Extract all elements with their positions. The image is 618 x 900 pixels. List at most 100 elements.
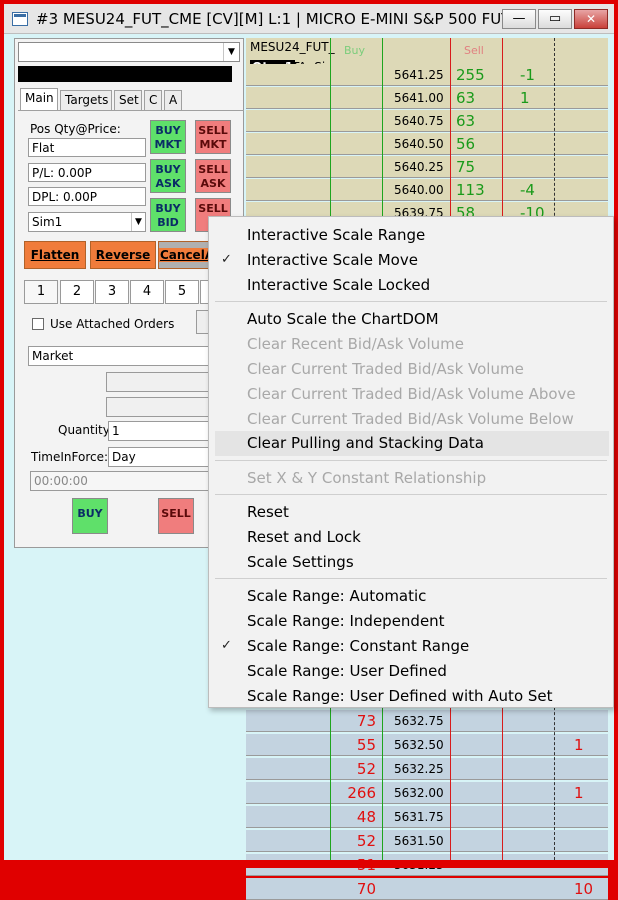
- price-cell: 5632.50: [394, 738, 444, 752]
- menu-item: Clear Recent Bid/Ask Volume: [247, 335, 464, 353]
- cancel-all-label: CancelAl: [159, 248, 209, 262]
- order-type-select[interactable]: Market: [28, 346, 210, 366]
- menu-item[interactable]: Reset: [247, 500, 289, 525]
- sell-volume-cell: 255: [456, 66, 485, 84]
- pl-field: P/L: 0.00P: [28, 163, 146, 182]
- tab-a[interactable]: A: [164, 90, 182, 110]
- price-cell: 5631.50: [394, 834, 444, 848]
- tab-set[interactable]: Set: [114, 90, 142, 110]
- menu-item[interactable]: Interactive Scale Range: [247, 223, 425, 248]
- net-change-cell: 10: [574, 880, 594, 898]
- window-border: [4, 860, 614, 868]
- app-icon: [12, 12, 28, 26]
- menu-item[interactable]: Interactive Scale Locked: [247, 273, 430, 298]
- price-field-1[interactable]: [106, 372, 210, 392]
- buy-ask-label-2: ASK: [155, 177, 181, 190]
- tab-3[interactable]: 3: [95, 280, 129, 304]
- menu-item[interactable]: Scale Range: User Defined with Auto Set: [247, 684, 553, 709]
- menu-item: Set X & Y Constant Relationship: [247, 469, 487, 487]
- menu-item: Clear Current Traded Bid/Ask Volume Abov…: [247, 385, 576, 403]
- flatten-button[interactable]: Flatten: [24, 241, 86, 269]
- time-field[interactable]: 00:00:00: [30, 471, 210, 491]
- account-select[interactable]: Sim1 ▼: [28, 212, 146, 232]
- price-cell: 5632.00: [394, 786, 444, 800]
- menu-item[interactable]: Scale Range: Automatic: [247, 584, 426, 609]
- quantity-field[interactable]: 1: [108, 421, 210, 441]
- close-button[interactable]: ✕: [574, 9, 608, 29]
- tab-5[interactable]: 5: [165, 280, 199, 304]
- buy-ask-label-1: BUY: [155, 163, 181, 176]
- price-cell: 5640.50: [394, 137, 444, 151]
- menu-separator: [215, 460, 607, 461]
- buy-volume-cell: 70: [356, 880, 376, 898]
- menu-item[interactable]: Scale Range: User Defined: [247, 659, 447, 684]
- sell-volume-cell: 63: [456, 112, 476, 130]
- net-change-cell: 1: [574, 736, 584, 754]
- menu-item[interactable]: Scale Settings: [247, 550, 354, 575]
- sell-volume-cell: 113: [456, 181, 485, 199]
- price-cell: 5640.00: [394, 183, 444, 197]
- menu-separator: [215, 494, 607, 495]
- ladder-row[interactable]: 70 10: [246, 878, 608, 900]
- sell-mkt-button[interactable]: SELL MKT: [195, 120, 231, 154]
- use-attached-checkbox[interactable]: [32, 318, 44, 330]
- price-cell: 5641.00: [394, 91, 444, 105]
- menu-item: Clear Current Traded Bid/Ask Volume Belo…: [247, 410, 574, 428]
- context-menu[interactable]: Interactive Scale Range ✓ Interactive Scal…: [208, 216, 614, 708]
- tab-main[interactable]: Main: [20, 88, 58, 111]
- sell-volume-cell: 56: [456, 135, 476, 153]
- price-field-2[interactable]: [106, 397, 210, 417]
- price-cell: 5632.25: [394, 762, 444, 776]
- buy-volume-cell: 266: [347, 784, 376, 802]
- menu-item: Clear Current Traded Bid/Ask Volume: [247, 360, 524, 378]
- buy-column-header: Buy: [344, 44, 366, 57]
- maximize-button[interactable]: ▭: [538, 9, 572, 29]
- menu-item[interactable]: Reset and Lock: [247, 525, 361, 550]
- reverse-button[interactable]: Reverse: [90, 241, 156, 269]
- buy-bid-label-2: BID: [157, 216, 179, 229]
- tab-4[interactable]: 4: [130, 280, 164, 304]
- pos-label: Pos Qty@Price:: [30, 122, 121, 136]
- sell-volume-cell: 63: [456, 89, 476, 107]
- menu-item[interactable]: Scale Range: Constant Range: [247, 634, 469, 659]
- checkmark-icon: ✓: [221, 638, 232, 653]
- chevron-down-icon[interactable]: ▼: [223, 43, 239, 61]
- menu-item[interactable]: Interactive Scale Move: [247, 248, 418, 273]
- dpl-field: DPL: 0.00P: [28, 187, 146, 206]
- net-change-cell: 1: [574, 784, 584, 802]
- tab-1[interactable]: 1: [24, 280, 58, 304]
- menu-separator: [215, 578, 607, 579]
- sell-ask-button[interactable]: SELL ASK: [195, 159, 231, 193]
- buy-volume-cell: 52: [356, 832, 376, 850]
- menu-item[interactable]: Auto Scale the ChartDOM: [247, 307, 439, 332]
- time-in-force-select[interactable]: Day: [108, 447, 210, 467]
- price-cell: 5640.75: [394, 114, 444, 128]
- minimize-button[interactable]: —: [502, 9, 536, 29]
- buy-mkt-label-2: MKT: [154, 138, 182, 151]
- buy-ask-button[interactable]: BUY ASK: [150, 159, 186, 193]
- tab-2[interactable]: 2: [60, 280, 94, 304]
- sell-button[interactable]: SELL: [158, 498, 194, 534]
- tab-targets[interactable]: Targets: [60, 90, 112, 110]
- checkmark-icon: ✓: [221, 252, 232, 267]
- quantity-label: Quantity:: [58, 423, 114, 437]
- status-bar: [18, 66, 232, 82]
- buy-bid-label-1: BUY: [155, 202, 181, 215]
- price-cell: 5640.25: [394, 160, 444, 174]
- window-title: #3 MESU24_FUT_CME [CV][M] L:1 | MICRO E-…: [36, 10, 504, 28]
- net-change-cell: -1: [520, 66, 535, 84]
- menu-item[interactable]: Clear Pulling and Stacking Data: [247, 431, 484, 456]
- buy-bid-button[interactable]: BUY BID: [150, 198, 186, 232]
- sell-volume-cell: 75: [456, 158, 476, 176]
- cancel-all-button[interactable]: CancelAl: [158, 241, 210, 269]
- chevron-down-icon[interactable]: ▼: [131, 213, 145, 231]
- time-in-force-label: TimeInForce:: [31, 450, 109, 464]
- price-cell: 5641.25: [394, 68, 444, 82]
- tab-c[interactable]: C: [144, 90, 162, 110]
- symbol-select[interactable]: ▼: [18, 42, 240, 62]
- buy-mkt-button[interactable]: BUY MKT: [150, 120, 186, 154]
- buy-button[interactable]: BUY: [72, 498, 108, 534]
- buy-volume-cell: 73: [356, 712, 376, 730]
- ladder-symbol: MESU24_FUT_: [250, 40, 335, 54]
- menu-item[interactable]: Scale Range: Independent: [247, 609, 445, 634]
